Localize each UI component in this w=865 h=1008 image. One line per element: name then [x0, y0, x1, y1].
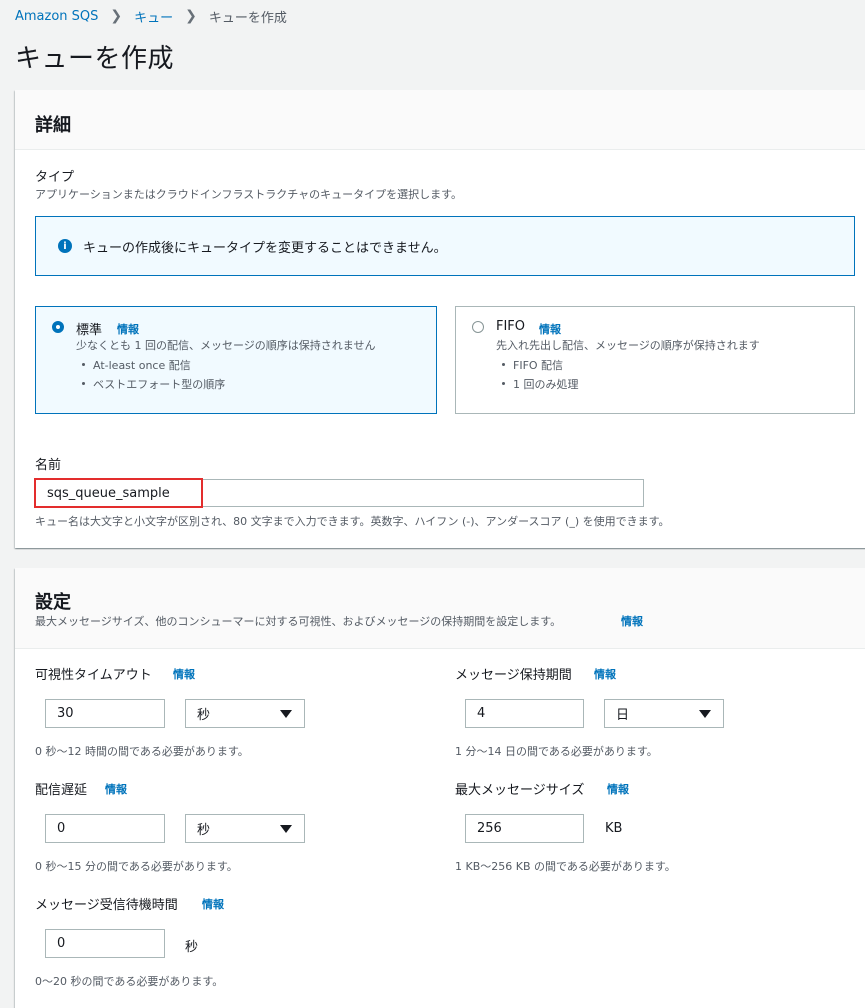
breadcrumb: Amazon SQS ❯ キュー ❯ キューを作成	[15, 7, 287, 26]
standard-title: 標準	[76, 323, 103, 338]
settings-info-link[interactable]: 情報	[621, 613, 643, 629]
details-header: 詳細	[15, 90, 865, 150]
chevron-right-icon: ❯	[110, 8, 123, 24]
visibility-timeout-help: 0 秒〜12 時間の間である必要があります。	[35, 745, 249, 758]
retention-period-input[interactable]: 4	[465, 699, 584, 728]
breadcrumb-current: キューを作成	[208, 10, 287, 26]
standard-description: 少なくとも 1 回の配信、メッセージの順序は保持されません	[76, 339, 376, 352]
settings-description: 最大メッセージサイズ、他のコンシューマーに対する可視性、およびメッセージの保持期…	[35, 615, 562, 628]
fifo-info-link[interactable]: 情報	[539, 321, 561, 337]
receive-wait-time-info-link[interactable]: 情報	[202, 896, 224, 912]
retention-period-help: 1 分〜14 日の間である必要があります。	[455, 745, 658, 758]
standard-info-link[interactable]: 情報	[117, 321, 139, 337]
list-item: FIFO 配信	[502, 355, 579, 374]
caret-down-icon	[280, 709, 292, 718]
type-alert: i キューの作成後にキュータイプを変更することはできません。	[35, 216, 855, 276]
max-message-size-unit: KB	[605, 821, 623, 836]
list-item: At-least once 配信	[82, 355, 225, 374]
max-message-size-help: 1 KB〜256 KB の間である必要があります。	[455, 860, 676, 873]
caret-down-icon	[280, 824, 292, 833]
settings-header: 設定 最大メッセージサイズ、他のコンシューマーに対する可視性、およびメッセージの…	[15, 568, 865, 649]
max-message-size-input[interactable]: 256	[465, 814, 584, 843]
delivery-delay-input[interactable]: 0	[45, 814, 165, 843]
queue-type-standard[interactable]: 標準 情報 少なくとも 1 回の配信、メッセージの順序は保持されません At-l…	[35, 306, 437, 414]
max-message-size-label: 最大メッセージサイズ	[455, 783, 585, 798]
details-panel: 詳細 タイプ アプリケーションまたはクラウドインフラストラクチャのキュータイプを…	[15, 90, 865, 548]
retention-period-label: メッセージ保持期間	[455, 668, 572, 683]
list-item: ベストエフォート型の順序	[82, 374, 225, 393]
details-title: 詳細	[35, 115, 71, 136]
breadcrumb-queues[interactable]: キュー	[134, 7, 173, 26]
fifo-bullets: FIFO 配信 1 回のみ処理	[502, 355, 579, 393]
info-icon: i	[58, 239, 72, 253]
list-item: 1 回のみ処理	[502, 374, 579, 393]
retention-period-info-link[interactable]: 情報	[594, 666, 616, 682]
type-description: アプリケーションまたはクラウドインフラストラクチャのキュータイプを選択します。	[35, 188, 463, 201]
receive-wait-time-label: メッセージ受信待機時間	[35, 898, 178, 913]
settings-title: 設定	[35, 592, 71, 613]
page-title: キューを作成	[15, 44, 175, 74]
max-message-size-info-link[interactable]: 情報	[607, 781, 629, 797]
standard-bullets: At-least once 配信 ベストエフォート型の順序	[82, 355, 225, 393]
receive-wait-time-input[interactable]: 0	[45, 929, 165, 958]
alert-text: キューの作成後にキュータイプを変更することはできません。	[83, 241, 447, 256]
delivery-delay-help: 0 秒〜15 分の間である必要があります。	[35, 860, 238, 873]
name-highlight-box	[34, 478, 203, 508]
fifo-title: FIFO	[496, 319, 526, 334]
chevron-right-icon: ❯	[185, 8, 197, 24]
fifo-description: 先入れ先出し配信、メッセージの順序が保持されます	[496, 339, 760, 352]
name-label: 名前	[35, 458, 62, 473]
type-label: タイプ	[35, 170, 75, 185]
fifo-radio[interactable]	[472, 321, 484, 333]
breadcrumb-amazon-sqs[interactable]: Amazon SQS	[15, 9, 98, 24]
delivery-delay-info-link[interactable]: 情報	[105, 781, 127, 797]
receive-wait-time-unit: 秒	[185, 940, 199, 955]
name-help-text: キュー名は大文字と小文字が区別され、80 文字まで入力できます。英数字、ハイフン…	[35, 515, 670, 528]
settings-panel: 設定 最大メッセージサイズ、他のコンシューマーに対する可視性、およびメッセージの…	[15, 568, 865, 1008]
visibility-timeout-unit-select[interactable]: 秒	[185, 699, 305, 728]
visibility-timeout-input[interactable]: 30	[45, 699, 165, 728]
delivery-delay-unit-select[interactable]: 秒	[185, 814, 305, 843]
queue-type-fifo[interactable]: FIFO 情報 先入れ先出し配信、メッセージの順序が保持されます FIFO 配信…	[455, 306, 855, 414]
receive-wait-time-help: 0〜20 秒の間である必要があります。	[35, 975, 224, 988]
delivery-delay-label: 配信遅延	[35, 783, 88, 798]
visibility-timeout-label: 可視性タイムアウト	[35, 668, 152, 683]
caret-down-icon	[699, 709, 711, 718]
visibility-timeout-info-link[interactable]: 情報	[173, 666, 195, 682]
retention-period-unit-select[interactable]: 日	[604, 699, 724, 728]
standard-radio[interactable]	[52, 321, 64, 333]
